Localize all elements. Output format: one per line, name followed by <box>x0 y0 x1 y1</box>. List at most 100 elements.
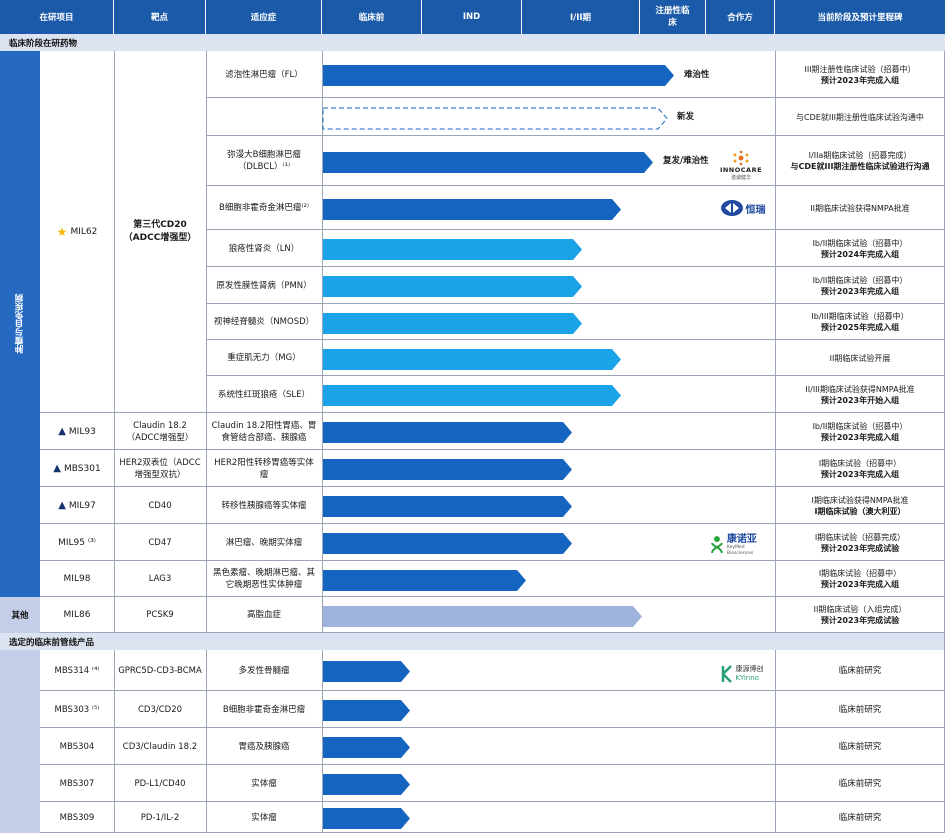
milestone-line: 预计2025年完成入组 <box>820 323 900 332</box>
milestone-line: I期临床试验获得NMPA批准 <box>811 495 909 505</box>
target-mil93: Claudin 18.2（ADCC增强型） <box>126 420 194 443</box>
milestone-3: II期临床试验获得NMPA批准 <box>775 186 945 230</box>
indication-5: 原发性膜性肾病（PMN） <box>216 280 312 291</box>
indication-7: 重症肌无力（MG） <box>227 353 301 363</box>
side-preclinical <box>0 650 40 833</box>
pipeline-table: 在研项目 靶点 适应症 临床前 IND I/II期 注册性临床 合作方 当前阶段… <box>0 0 945 833</box>
header-target: 靶点 <box>114 0 206 34</box>
pipeline-bar-5 <box>323 276 582 297</box>
triangle-icon: ▲ <box>53 463 61 474</box>
header-project: 在研项目 <box>0 0 114 34</box>
milestone-line: Ib/II期临床试验（招募中） <box>812 238 908 248</box>
indication-6: 视神经脊髓炎（NMOSD） <box>213 317 315 327</box>
triangle-icon: ▲ <box>58 426 66 437</box>
header-milestone: 当前阶段及预计里程碑 <box>775 0 945 34</box>
target-mil98: LAG3 <box>148 574 172 584</box>
indication-0: 滤泡性淋巴瘤（FL） <box>225 69 303 80</box>
header-partner: 合作方 <box>706 0 775 34</box>
hengrui-icon <box>720 200 743 216</box>
partner-innocare: INNOCARE 诺诚健华 <box>712 146 770 184</box>
milestone-13: I期临床试验（招募中） 预计2023年完成入组 <box>775 561 945 597</box>
side-other: 其他 <box>0 597 40 633</box>
innocare-icon <box>733 150 749 165</box>
milestone-9: Ib/II期临床试验（招募中） 预计2023年完成入组 <box>775 413 945 450</box>
milestone-4: Ib/II期临床试验（招募中） 预计2024年完成入组 <box>775 230 945 267</box>
pre-indication-0: 多发性骨髓瘤 <box>238 665 290 676</box>
pipeline-bar-6 <box>323 312 582 334</box>
header-ind: IND <box>422 0 522 34</box>
pre-drug-0: MBS314 ⁽⁴⁾ <box>54 665 100 676</box>
milestone-11: I期临床试验获得NMPA批准 I期临床试验（澳大利亚） <box>775 487 945 524</box>
milestone-7: II期临床试验开展 <box>775 340 945 376</box>
partner-keymed: 康诺亚 KeyMed Biosciences <box>710 532 772 558</box>
drug-mil95: MIL95 ⁽³⁾ <box>58 537 96 548</box>
pre-target-0: GPRC5D-CD3-BCMA <box>118 665 202 676</box>
header-registration: 注册性临床 <box>640 0 706 34</box>
drug-mbs301: ▲ MBS301 <box>53 463 101 474</box>
milestone-line: I期临床试验（招募中） <box>818 458 902 468</box>
pre-indication-4: 实体瘤 <box>251 812 277 823</box>
pipeline-bar-12 <box>323 533 572 554</box>
pre-indication-1: B细胞非霍奇金淋巴瘤 <box>222 704 306 715</box>
target-mil95: CD47 <box>148 537 172 548</box>
milestone-5: Ib/II期临床试验（招募中） 预计2023年完成入组 <box>775 267 945 304</box>
pre-target-4: PD-1/IL-2 <box>140 812 180 823</box>
milestone-line: II期临床试验获得NMPA批准 <box>810 203 910 213</box>
pipeline-bar-0 <box>323 65 674 86</box>
keymed-icon <box>711 536 723 554</box>
milestone-line: II/III期临床试验获得NMPA批准 <box>805 384 915 394</box>
pipeline-bar-11 <box>323 496 572 517</box>
pre-milestone-4: 临床前研究 <box>838 812 882 823</box>
pipeline-bar-8 <box>323 385 621 406</box>
milestone-line: 预计2023年完成入组 <box>820 469 900 479</box>
partner-hengrui: 恒瑞 <box>715 194 770 222</box>
partner-kyinno: 康源博创 KYinno <box>712 660 772 688</box>
bar-label-2: 复发/难治性 <box>663 156 709 166</box>
pipeline-bar-4 <box>323 239 582 260</box>
indication-11: 转移性胰腺癌等实体瘤 <box>221 500 307 511</box>
bar-label-0: 难治性 <box>684 69 710 80</box>
pre-drug-1: MBS303 ⁽⁵⁾ <box>54 704 100 715</box>
milestone-line: 与CDE就III期注册性临床试验进行沟通 <box>790 162 930 171</box>
milestone-line: I期临床试验（招募完成） <box>814 532 906 542</box>
drug-mil98: MIL98 <box>63 574 91 584</box>
drug-name: MIL62 <box>70 227 98 237</box>
indication-8: 系统性红斑狼疮（SLE） <box>217 389 310 400</box>
milestone-line: 预计2023年开始入组 <box>820 395 900 405</box>
pre-target-1: CD3/CD20 <box>137 704 183 715</box>
pre-target-3: PD-L1/CD40 <box>134 778 186 789</box>
pre-drug-3: MBS307 <box>59 778 95 789</box>
pipeline-bar-9 <box>323 422 572 443</box>
milestone-8: II/III期临床试验获得NMPA批准 预计2023年开始入组 <box>775 376 945 413</box>
pre-bar-1 <box>323 700 410 721</box>
pre-drug-4: MBS309 <box>59 812 95 823</box>
pipeline-bar-1 <box>322 107 668 129</box>
pre-milestone-2: 临床前研究 <box>838 741 882 752</box>
drug-mil62: ★ MIL62 <box>40 51 114 413</box>
star-icon: ★ <box>56 225 68 239</box>
header-preclinical: 临床前 <box>322 0 422 34</box>
pipeline-bar-10 <box>323 459 572 480</box>
pipeline-bar-14 <box>323 605 642 627</box>
indication-12: 淋巴瘤、晚期实体瘤 <box>225 537 303 548</box>
section-clinical: 临床阶段在研药物 <box>0 34 945 51</box>
milestone-2: I/IIa期临床试验（招募完成） 与CDE就III期注册性临床试验进行沟通 <box>775 136 945 186</box>
pre-target-2: CD3/Claudin 18.2 <box>122 741 198 752</box>
pre-bar-0 <box>323 661 410 682</box>
pre-milestone-0: 临床前研究 <box>838 665 882 676</box>
pipeline-bar-2 <box>323 151 653 173</box>
side-oncology-label: 肿瘤与自免疾病 <box>15 294 25 354</box>
target-mil97: CD40 <box>148 500 172 511</box>
pre-drug-2: MBS304 <box>59 741 95 752</box>
pipeline-bar-7 <box>323 348 621 370</box>
milestone-12: I期临床试验（招募完成） 预计2023年完成试验 <box>775 524 945 561</box>
kyinno-icon <box>721 665 732 683</box>
pre-bar-4 <box>323 808 410 829</box>
milestone-line: 预计2023年完成入组 <box>820 432 900 442</box>
milestone-6: Ib/III期临床试验（招募中） 预计2025年完成入组 <box>775 304 945 340</box>
milestone-1: 与CDE就III期注册性临床试验沟通中 <box>775 98 945 136</box>
milestone-line: Ib/II期临床试验（招募中） <box>812 421 908 431</box>
indication-13: 黑色素瘤、晚期淋巴瘤、其它晚期恶性实体肿瘤 <box>212 568 315 590</box>
pre-milestone-1: 临床前研究 <box>838 704 882 715</box>
milestone-line: 预计2023年完成试验 <box>820 616 900 625</box>
